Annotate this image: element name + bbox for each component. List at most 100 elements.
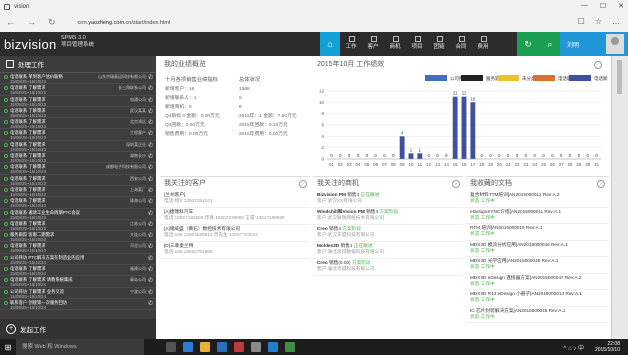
document-item[interactable]: MDX3D 光学应用[AN2015000046 Rev:A.1 状态 工作中 (466, 257, 609, 274)
refresh-icon[interactable]: ↻ (48, 18, 56, 27)
task-view-icon[interactable] (166, 342, 176, 352)
document-item[interactable]: RTM 培训[AN2015000015 Rev:A.1 状态 工作中 (466, 224, 609, 241)
opportunity-item[interactable]: Windchill和Vision PM 销售4 方案阶段 客户:武汉联瑞网络技术有… (313, 208, 463, 225)
more-icon[interactable]: … (612, 17, 620, 26)
menu-item-opportunity[interactable]: 商机 (384, 32, 406, 56)
task-phone-icon[interactable]: ✆ (148, 164, 153, 171)
task-item[interactable]: 电话联系 了解需求 15/09/25~15/10/23 北京鸿远 ✆ (0, 118, 156, 130)
task-phone-icon[interactable]: ✆ (148, 210, 153, 217)
explorer-icon[interactable] (200, 342, 210, 352)
menu-item-project[interactable]: 项目 (406, 32, 428, 56)
taskbar-clock[interactable]: 22:08 2015/10/10 (595, 341, 620, 353)
sync-refresh-icon[interactable]: ↻ (517, 32, 539, 56)
menu-item-expense[interactable]: 费用 (472, 32, 494, 56)
task-phone-icon[interactable]: ✆ (148, 198, 153, 205)
reading-view-icon[interactable]: ☐ (578, 17, 585, 26)
task-item[interactable]: 服务跟踪 客服二期需求 15/09/25~15/10/23 大连公司 ✆ (0, 231, 156, 243)
task-item[interactable]: 电话联系 了解需求 15/09/25~15/10/23 电通公司 ✆ (0, 96, 156, 107)
task-phone-icon[interactable]: ✆ (148, 85, 153, 92)
store-icon[interactable] (217, 342, 227, 352)
user-menu[interactable]: 刘明 (560, 32, 628, 56)
task-phone-icon[interactable]: ✆ (148, 142, 153, 149)
task-phone-icon[interactable]: ✆ (148, 187, 153, 194)
page-scrollbar[interactable] (611, 56, 628, 339)
client-item[interactable]: [A]储威盛（黄石）数控技术有限公司 电话:186 15804669813 曾先生… (160, 225, 310, 242)
forward-icon[interactable]: → (27, 18, 36, 27)
task-phone-icon[interactable]: ✆ (148, 300, 153, 307)
task-item[interactable]: 电话联系 了解需求 15/09/25~15/10/24 福建公司 ✆ (0, 265, 156, 277)
search-icon[interactable]: ⌕ (539, 32, 561, 56)
document-item[interactable]: MDX3D 模流分析应用[AN2015000046 Rev:A.1 状态 工作中 (466, 241, 609, 257)
task-phone-icon[interactable]: ✆ (148, 243, 153, 250)
task-item[interactable]: 电话联系 了解需求 15/09/25~15/10/23 武汉某某 ✆ (0, 107, 156, 119)
opportunity-item[interactable]: Creo 销售(0.00) 方案阶段 客户:湖北华城科技有限公司 (313, 259, 463, 276)
opportunity-item[interactable]: Creo 销售4 方案阶段 客户:武汉东盟科技有限公司 (313, 225, 463, 242)
task-phone-icon[interactable]: ✆ (148, 266, 153, 273)
app-grey-icon[interactable] (251, 342, 261, 352)
client-item[interactable]: [兰州客户] 电话:姚X 13907251241 (160, 191, 310, 208)
document-item[interactable]: MDX3D eDesign 连接器方案[AN2015000047 Rev:A.2… (466, 274, 609, 290)
task-item[interactable]: 电话联系 了解需求 15/09/25~15/10/23 西安公司 ✆ (0, 175, 156, 186)
chart-prev-icon[interactable]: ‹ (594, 61, 602, 69)
task-phone-icon[interactable]: ✆ (148, 221, 153, 228)
task-phone-icon[interactable]: ✆ (148, 232, 153, 239)
task-item[interactable]: 电话联系 了解需求 请教系统集成 15/09/25~15/10/24 青岛公司 ✆ (0, 276, 156, 288)
windows-start-icon[interactable]: ⊞ (0, 343, 16, 352)
opportunities-more-icon[interactable]: › (452, 180, 460, 188)
task-item[interactable]: 电话联系 了解需求 15/09/25~15/10/23 工程客户 ✆ (0, 129, 156, 141)
browser-tab[interactable]: vision (0, 0, 628, 13)
edge-icon[interactable] (183, 342, 193, 352)
task-item[interactable]: 公司拜访 PTC解决方案在制造业的应用 15/09/25~15/10/24 ✆ (0, 254, 156, 266)
app-red-icon[interactable] (234, 342, 244, 352)
minimize-icon[interactable]: — (581, 2, 588, 10)
scrollbar-thumb[interactable] (617, 60, 622, 94)
task-phone-icon[interactable]: ✆ (148, 289, 153, 296)
task-phone-icon[interactable]: ✆ (148, 119, 153, 126)
ie-icon[interactable] (268, 342, 278, 352)
task-item[interactable]: 电话联系 了解需求 15/09/25~15/10/23 珠海公司 ✆ (0, 197, 156, 209)
task-phone-icon[interactable]: ✆ (148, 255, 153, 262)
opportunity-item[interactable]: Bizvision PM 销售3 正在跟进 客户:武汉XX有限公司 (313, 191, 463, 208)
taskbar-search[interactable]: 搜索 Web 和 Windows (16, 339, 144, 355)
documents-more-icon[interactable]: › (597, 180, 605, 188)
document-item[interactable]: 复合材料TTM培训[AN2015000012 Rev:A.2 状态 工作中 (466, 191, 609, 208)
client-item[interactable]: [D]三菲麦兰特 电话:186 18662701868 (160, 242, 310, 259)
task-phone-icon[interactable]: ✆ (148, 108, 153, 115)
task-item[interactable]: 电话联系 了解需求 15/09/25~15/10/23 成都电子科技有限公司 ✆ (0, 163, 156, 175)
document-item[interactable]: IC 芯片封装解决方案[AN2015000045 Rev:A.1 状态 工作中 (466, 307, 609, 323)
system-tray[interactable]: ^ ⌂ ♪ 中 (564, 343, 584, 352)
close-icon[interactable]: ✕ (618, 2, 624, 10)
task-phone-icon[interactable]: ✆ (148, 153, 153, 160)
task-item[interactable]: 联系客户 创建第一次服务回访 15/09/25~15/10/24 ✆ (0, 299, 156, 311)
task-phone-icon[interactable]: ✆ (148, 74, 153, 81)
maximize-icon[interactable]: ☐ (600, 2, 606, 10)
menu-item-work[interactable]: 工作 (340, 32, 362, 56)
task-item[interactable]: 电话联系 了解需求 15/09/25~15/10/23 深圳某企业 ✆ (0, 141, 156, 153)
task-item[interactable]: 电话联系 了解需求 15/09/25~15/10/23 长三角联系公司 ✆ (0, 84, 156, 96)
menu-item-customer[interactable]: 客户 (362, 32, 384, 56)
clients-more-icon[interactable]: › (299, 180, 307, 188)
task-item[interactable]: 电话联系 了解需求 15/09/25~15/10/23 上海某厂 ✆ (0, 186, 156, 198)
task-item[interactable]: 公司拜访 了解需求 业务交流 15/09/25~15/10/24 宁波公司 ✆ (0, 288, 156, 299)
back-icon[interactable]: ← (6, 18, 15, 27)
client-item[interactable]: [A]捷瑞科汽车 电话:15907192568 传真:18207239895 王雷… (160, 208, 310, 225)
menu-item-contract[interactable]: 合同 (450, 32, 472, 56)
document-item[interactable]: eDesignSYNC介绍[AN2015000011 Rev:A.1 状态 工作中 (466, 208, 609, 224)
task-phone-icon[interactable]: ✆ (148, 130, 153, 137)
task-phone-icon[interactable]: ✆ (148, 97, 153, 104)
menu-item-team[interactable]: 团链 (428, 32, 450, 56)
task-item[interactable]: 电话联系 了解需求 15/09/25~15/10/23 河北公司 ✆ (0, 242, 156, 254)
app-green-icon[interactable] (285, 342, 295, 352)
opportunity-item[interactable]: Moldes3D 销售1 正在跟进 客户:湖北思得数据科技有限公司 (313, 242, 463, 259)
task-phone-icon[interactable]: ✆ (148, 176, 153, 183)
home-icon[interactable]: ⌂ (320, 32, 340, 56)
favorites-star-icon[interactable]: ☆ (595, 17, 602, 26)
task-item[interactable]: 电话联系 邀请工业生命周期PTC会议 15/09/25~15/10/23 ✆ (0, 209, 156, 220)
address-bar[interactable]: crm.yaozheng.com.cn/start/index.html (78, 20, 171, 26)
document-item[interactable]: MDX3D R13 eDesign 小册子[AN2015000013 Rev:A… (466, 290, 609, 307)
start-work-button[interactable]: + 发起工作 (0, 319, 156, 339)
task-phone-icon[interactable]: ✆ (148, 277, 153, 284)
task-item[interactable]: 电话联系 了解需求 15/09/25~15/10/23 江苏公司 ✆ (0, 220, 156, 232)
task-item[interactable]: 电话联系 了解需求 15/09/25~15/10/23 湖南长沙 ✆ (0, 152, 156, 164)
task-item[interactable]: 电话联系 单到客户估价联络 15/09/25~15/10/23 山东京瑞泰运科技有限… (0, 73, 156, 85)
